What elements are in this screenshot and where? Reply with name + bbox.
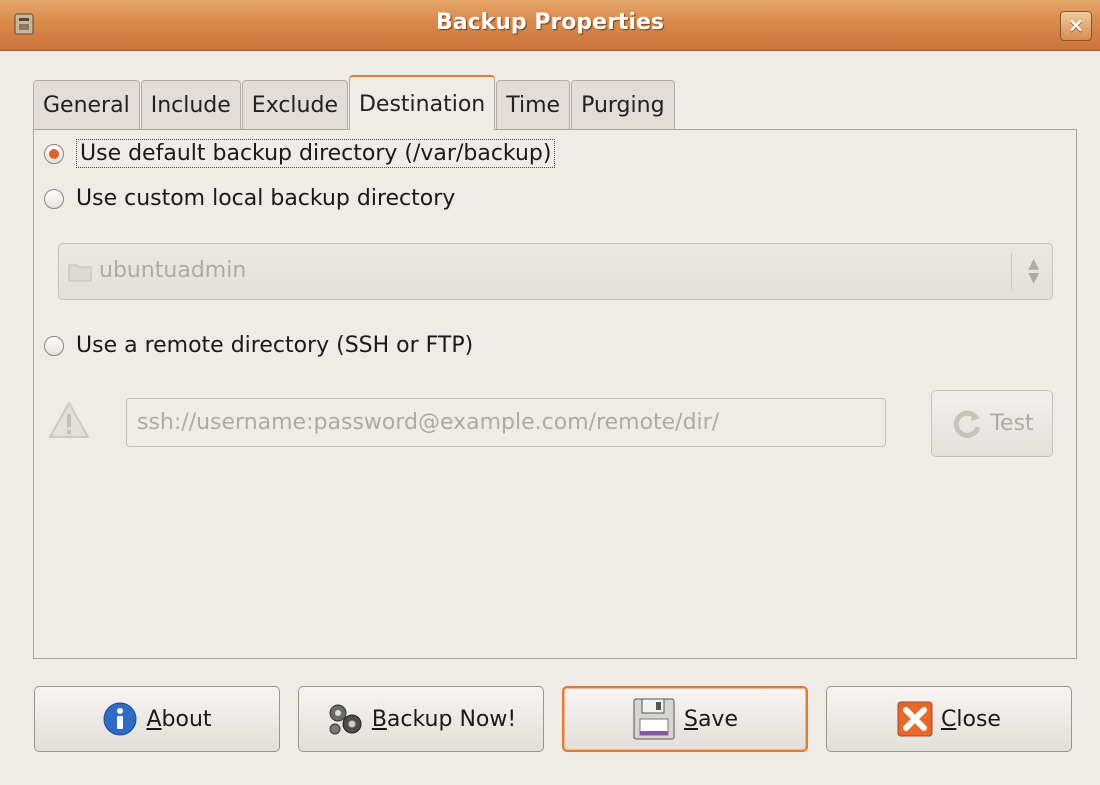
remote-directory-label[interactable]: Use a remote directory (SSH or FTP) — [76, 333, 473, 358]
backup-now-button-label: Backup Now! — [371, 706, 517, 732]
custom-directory-label[interactable]: Use custom local backup directory — [76, 186, 455, 211]
backup-properties-window: Backup Properties × General Include Excl… — [0, 0, 1100, 785]
test-button[interactable]: Test — [931, 390, 1053, 457]
custom-directory-radio[interactable] — [44, 188, 64, 209]
tab-bar: General Include Exclude Destination Time… — [33, 75, 676, 130]
tab-destination[interactable]: Destination — [348, 75, 496, 130]
title-bar[interactable]: Backup Properties × — [0, 0, 1100, 51]
refresh-icon — [954, 410, 981, 438]
tab-time[interactable]: Time — [496, 80, 571, 130]
tab-include[interactable]: Include — [140, 80, 241, 130]
tab-exclude[interactable]: Exclude — [241, 80, 348, 130]
combo-separator — [1011, 253, 1012, 291]
default-directory-option[interactable]: Use default backup directory (/var/backu… — [44, 139, 556, 168]
custom-directory-option[interactable]: Use custom local backup directory — [44, 186, 455, 211]
folder-chooser-combo[interactable]: ubuntuadmin ▲ ▼ — [58, 243, 1053, 300]
gears-icon — [326, 702, 364, 736]
info-icon — [102, 701, 138, 737]
test-button-label: Test — [990, 411, 1034, 436]
folder-chooser-value: ubuntuadmin — [99, 258, 247, 283]
window-title: Backup Properties — [435, 10, 665, 35]
save-button[interactable]: Save — [562, 686, 808, 752]
close-x-icon — [897, 701, 933, 737]
default-directory-radio[interactable] — [44, 143, 64, 164]
default-directory-label[interactable]: Use default backup directory (/var/backu… — [76, 139, 556, 168]
remote-directory-option[interactable]: Use a remote directory (SSH or FTP) — [44, 333, 473, 358]
save-button-label: Save — [683, 706, 738, 732]
window-close-button[interactable]: × — [1060, 11, 1092, 41]
tab-general[interactable]: General — [33, 80, 140, 130]
remote-directory-radio[interactable] — [44, 335, 64, 356]
warning-icon — [49, 402, 89, 438]
about-button[interactable]: About — [34, 686, 280, 752]
floppy-icon — [632, 697, 676, 741]
combo-arrows-icon: ▲ ▼ — [1028, 256, 1039, 286]
remote-uri-field[interactable]: ssh://username:password@example.com/remo… — [126, 398, 886, 447]
close-button-label: Close — [941, 706, 1001, 732]
tab-purging[interactable]: Purging — [571, 80, 675, 130]
backup-now-button[interactable]: Backup Now! — [298, 686, 544, 752]
about-button-label: About — [146, 706, 212, 732]
folder-icon — [68, 264, 92, 282]
close-button[interactable]: Close — [826, 686, 1072, 752]
